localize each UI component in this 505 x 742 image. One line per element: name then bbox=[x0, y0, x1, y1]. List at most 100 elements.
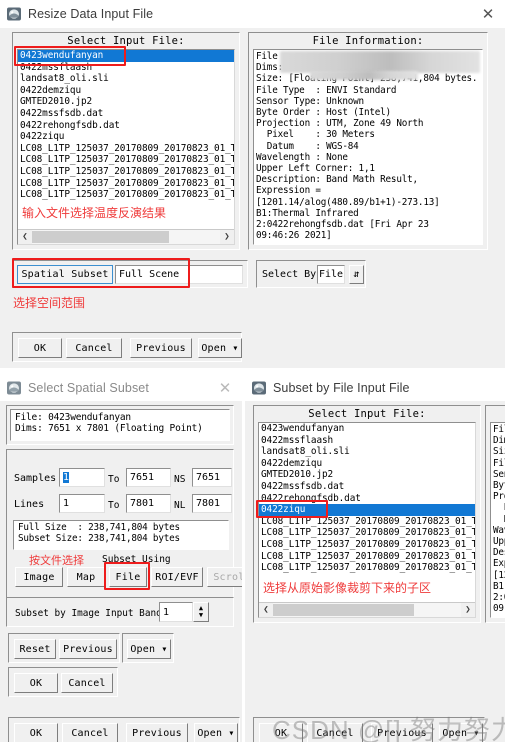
previous-button[interactable]: Previous bbox=[371, 723, 433, 742]
window-select-spatial-subset: Select Spatial Subset ✕ File: 0423wenduf… bbox=[0, 375, 242, 742]
list-item[interactable]: GMTED2010.jp2 bbox=[259, 469, 475, 481]
ok-button[interactable]: OK bbox=[18, 338, 62, 358]
list-item[interactable]: 0422ziqu bbox=[259, 504, 475, 516]
reset-button[interactable]: Reset bbox=[14, 639, 56, 659]
list-item[interactable]: LC08_L1TP_125037_20170809_20170823_01_T1 bbox=[18, 154, 234, 166]
ok-button[interactable]: OK bbox=[259, 723, 303, 742]
spatial-subset-button[interactable]: Spatial Subset bbox=[17, 265, 113, 284]
list-item[interactable]: 0423wendufanyan bbox=[259, 423, 475, 435]
subset-reset-bar: Reset Previous bbox=[8, 633, 120, 663]
body-resize-data-input-file: Select Input File: 0423wendufanyan 0422m… bbox=[0, 28, 505, 368]
list-item[interactable]: 0422rehongfsdb.dat bbox=[18, 120, 234, 132]
subset-band-group: Subset by Image Input Band 1 ▲ ▼ bbox=[6, 597, 234, 627]
subset-size-line: Subset Size: 238,741,804 bytes bbox=[18, 533, 180, 545]
list-item[interactable]: 0422demziqu bbox=[259, 458, 475, 470]
redacted-filename-overlay bbox=[280, 51, 480, 73]
open-button[interactable]: Open ▾ bbox=[439, 723, 483, 742]
previous-button[interactable]: Previous bbox=[130, 338, 192, 358]
list-item[interactable]: LC08_L1TP_125037_20170809_20170823_01_T1 bbox=[259, 551, 475, 563]
samples-to-input[interactable]: 7651 bbox=[126, 468, 171, 487]
list-item[interactable]: 0422ziqu bbox=[18, 131, 234, 143]
subset-band-stepper[interactable]: ▲ ▼ bbox=[193, 602, 209, 622]
input-file-hscrollbar[interactable]: ❮ ❯ bbox=[259, 602, 475, 617]
file-information-group: File Dims: 7651 x 7801 x 1 [BSQ] Size: [… bbox=[485, 405, 505, 623]
ns-value-input[interactable]: 7651 bbox=[192, 468, 232, 487]
subset-using-map-button[interactable]: Map bbox=[67, 567, 105, 587]
scroll-left-icon[interactable]: ❮ bbox=[18, 230, 32, 244]
titlebar-resize-data-input-file: Resize Data Input File ✕ bbox=[0, 0, 505, 28]
subset-using-image-button[interactable]: Image bbox=[15, 567, 63, 587]
lines-from-input[interactable]: 1 bbox=[59, 494, 105, 513]
open-button[interactable]: Open ▾ bbox=[127, 639, 171, 659]
previous-button[interactable]: Previous bbox=[59, 639, 117, 659]
select-input-file-label: Select Input File: bbox=[308, 408, 426, 420]
cancel-button[interactable]: Cancel bbox=[307, 723, 363, 742]
list-item[interactable]: LC08_L1TP_125037_20170809_20170823_01_T1 bbox=[259, 527, 475, 539]
ok-button[interactable]: OK bbox=[14, 673, 58, 693]
input-file-hscrollbar[interactable]: ❮ ❯ bbox=[18, 229, 234, 244]
list-item[interactable]: LC08_L1TP_125037_20170809_20170823_01_T1 bbox=[18, 166, 234, 178]
scroll-track[interactable] bbox=[273, 603, 461, 617]
file-information-text: File Dims: 7651 x 7801 x 1 [BSQ] Size: [… bbox=[493, 424, 505, 615]
list-item[interactable]: 0422mssflaash bbox=[18, 62, 234, 74]
ok-button[interactable]: OK bbox=[14, 723, 58, 742]
input-file-listbox[interactable]: 0423wendufanyan 0422mssflaash landsat8_o… bbox=[258, 422, 476, 618]
list-item[interactable]: 0422demziqu bbox=[18, 85, 234, 97]
scroll-thumb[interactable] bbox=[32, 231, 170, 243]
list-item[interactable]: GMTED2010.jp2 bbox=[18, 96, 234, 108]
list-item[interactable]: LC08_L1TP_125037_20170809_20170823_01_T1 bbox=[259, 562, 475, 574]
list-item[interactable]: LC08_L1TP_125037_20170809_20170823_01_T1 bbox=[18, 143, 234, 155]
envi-app-icon bbox=[6, 380, 22, 396]
scroll-track[interactable] bbox=[32, 230, 220, 244]
annotation-input-file-note: 输入文件选择温度反演结果 bbox=[22, 206, 167, 220]
input-file-listbox[interactable]: 0423wendufanyan 0422mssflaash landsat8_o… bbox=[17, 49, 235, 245]
samples-to-label: To bbox=[108, 474, 120, 485]
cancel-button[interactable]: Cancel bbox=[66, 338, 122, 358]
close-icon[interactable]: ✕ bbox=[477, 3, 499, 25]
window-subset-by-file-input-file: Subset by File Input File Select Input F… bbox=[245, 375, 505, 742]
subset-dims-line: Dims: 7651 x 7801 (Floating Point) bbox=[15, 423, 203, 435]
input-file-list[interactable]: 0423wendufanyan 0422mssflaash landsat8_o… bbox=[18, 50, 234, 229]
subset-params-group: Samples 1 To 7651 NS 7651 Lines 1 To 780… bbox=[6, 449, 242, 601]
scroll-right-icon[interactable]: ❯ bbox=[461, 603, 475, 617]
file-information-box: File Dims: 7651 x 7801 x 1 [BSQ] Size: [… bbox=[490, 422, 505, 618]
window-resize-data-input-file: Resize Data Input File ✕ Select Input Fi… bbox=[0, 0, 505, 368]
list-item[interactable]: 0422mssflaash bbox=[259, 435, 475, 447]
list-item[interactable]: LC08_L1TP_125037_20170809_20170823_01_T1 bbox=[18, 189, 234, 201]
subset-using-roi-evf-button[interactable]: ROI/EVF bbox=[151, 567, 203, 587]
input-file-list[interactable]: 0423wendufanyan 0422mssflaash landsat8_o… bbox=[259, 423, 475, 602]
subset-using-label: Subset Using bbox=[102, 554, 171, 565]
list-item[interactable]: 0422rehongfsdb.dat bbox=[259, 493, 475, 505]
lines-label: Lines bbox=[14, 499, 45, 510]
open-button[interactable]: Open ▾ bbox=[194, 723, 238, 742]
cancel-button[interactable]: Cancel bbox=[61, 673, 113, 693]
subset-using-file-button[interactable]: File bbox=[109, 567, 147, 587]
lines-to-input[interactable]: 7801 bbox=[126, 494, 171, 513]
envi-app-icon bbox=[6, 6, 22, 22]
list-item[interactable]: LC08_L1TP_125037_20170809_20170823_01_T1 bbox=[259, 539, 475, 551]
list-item[interactable]: 0423wendufanyan bbox=[18, 50, 234, 62]
list-item[interactable]: LC08_L1TP_125037_20170809_20170823_01_T1 bbox=[18, 178, 234, 190]
previous-button[interactable]: Previous bbox=[126, 723, 188, 742]
list-item[interactable]: LC08_L1TP_125037_20170809_20170823_01_T1 bbox=[259, 516, 475, 528]
sort-toggle-icon[interactable]: ⇵ bbox=[349, 265, 364, 284]
stepper-down-icon[interactable]: ▼ bbox=[199, 612, 203, 619]
samples-from-value: 1 bbox=[63, 472, 70, 483]
scroll-right-icon[interactable]: ❯ bbox=[220, 230, 234, 244]
select-input-file-label: Select Input File: bbox=[67, 35, 185, 47]
cancel-button[interactable]: Cancel bbox=[62, 723, 118, 742]
close-icon[interactable]: ✕ bbox=[214, 377, 236, 399]
scroll-left-icon[interactable]: ❮ bbox=[259, 603, 273, 617]
samples-from-input[interactable]: 1 bbox=[59, 468, 105, 487]
list-item[interactable]: landsat8_oli.sli bbox=[18, 73, 234, 85]
subset-file-line: File: 0423wendufanyan bbox=[15, 412, 131, 423]
scroll-thumb[interactable] bbox=[273, 604, 414, 616]
list-item[interactable]: 0422mssfsdb.dat bbox=[18, 108, 234, 120]
nl-value-input[interactable]: 7801 bbox=[192, 494, 232, 513]
open-button[interactable]: Open ▾ bbox=[198, 338, 242, 358]
select-by-value[interactable]: File bbox=[317, 265, 345, 284]
window-title: Subset by File Input File bbox=[273, 381, 410, 395]
list-item[interactable]: landsat8_oli.sli bbox=[259, 446, 475, 458]
subset-band-input[interactable]: 1 bbox=[159, 602, 193, 622]
list-item[interactable]: 0422mssfsdb.dat bbox=[259, 481, 475, 493]
